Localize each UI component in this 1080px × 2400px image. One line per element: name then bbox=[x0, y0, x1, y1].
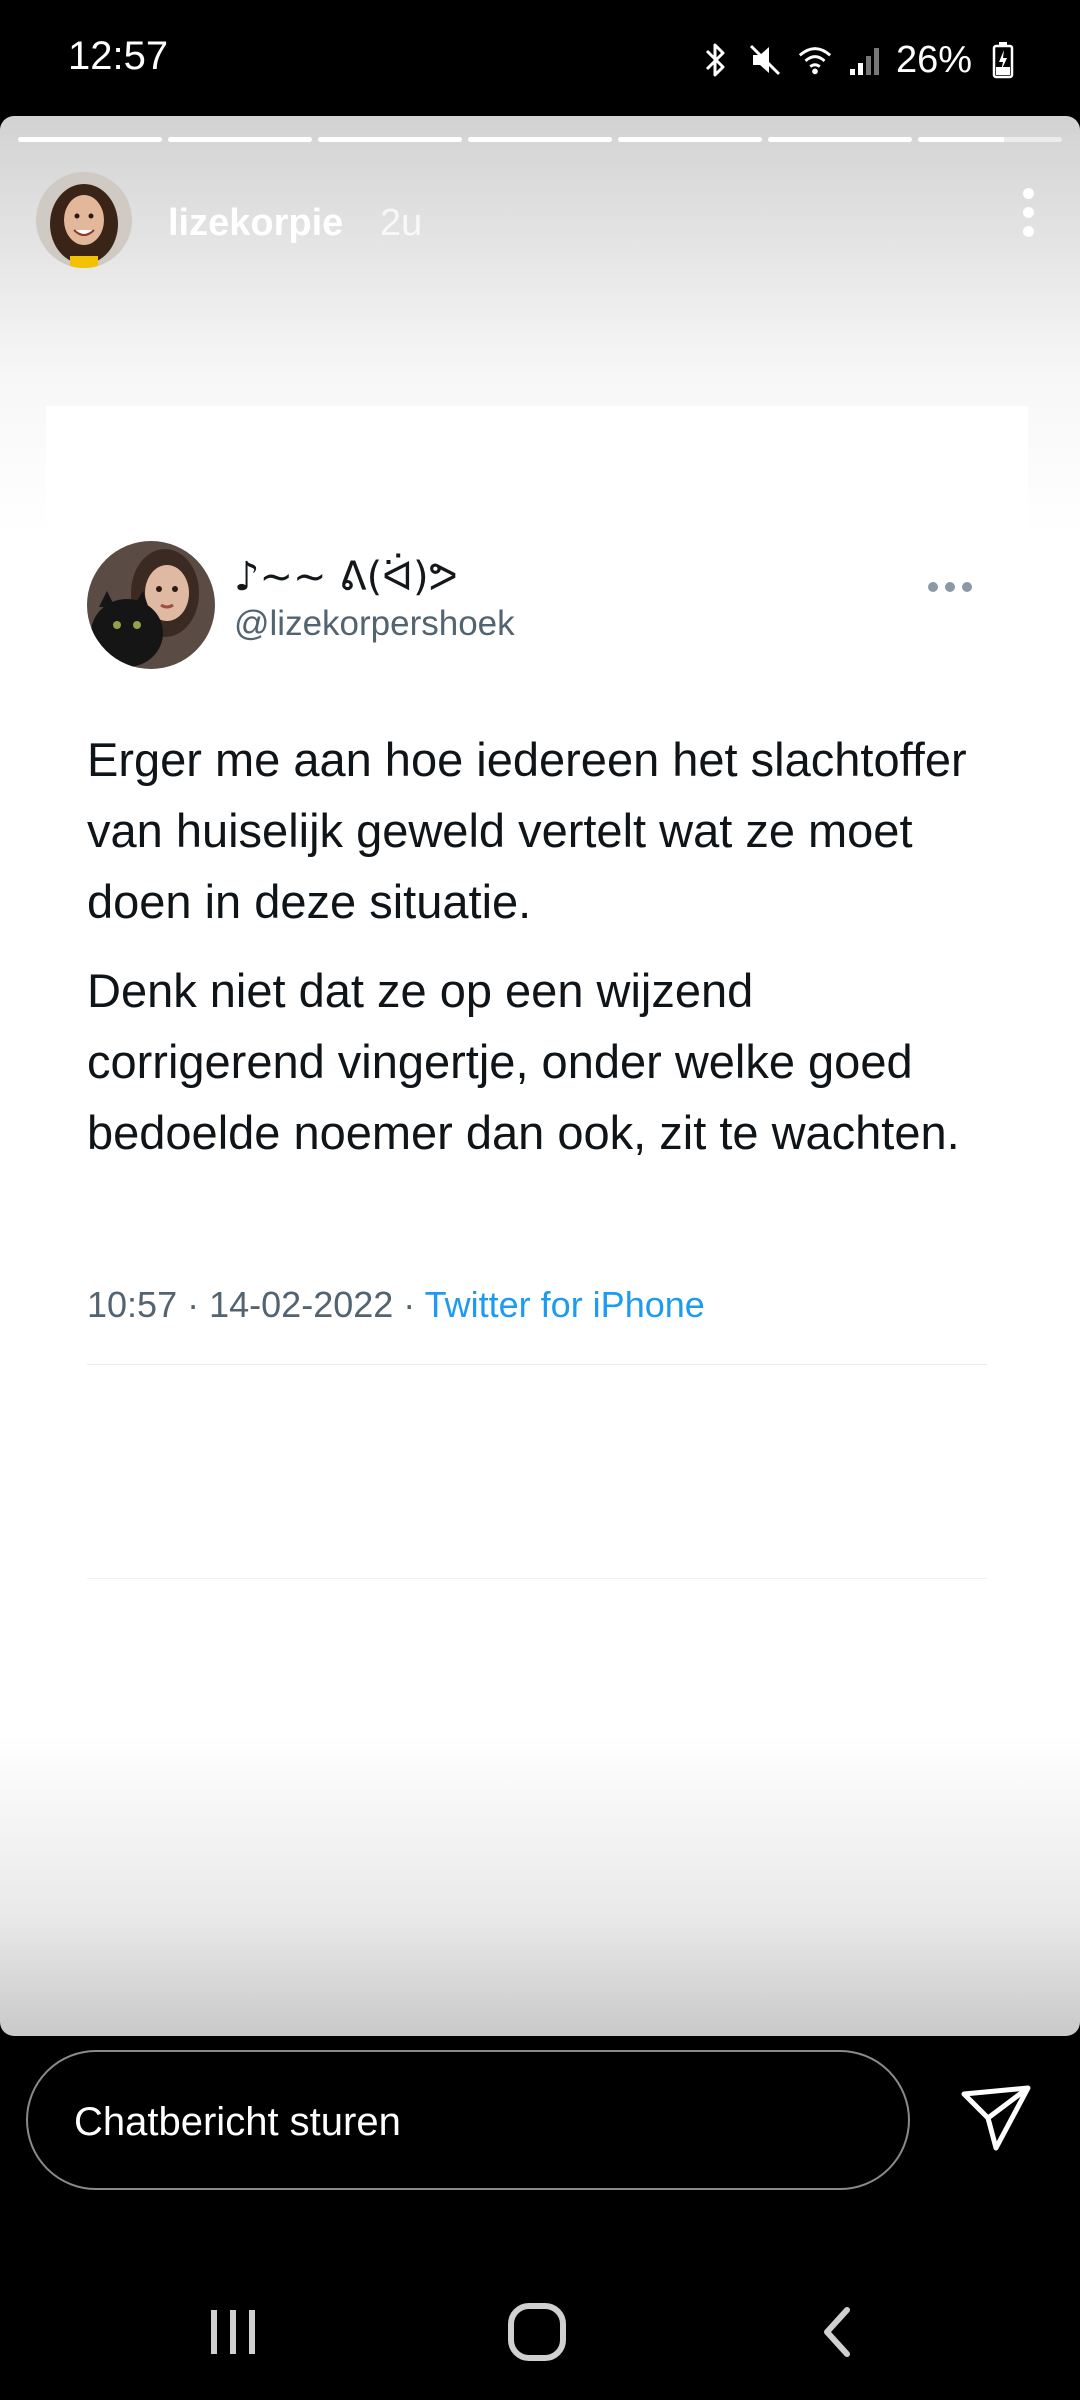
tweet-paragraph-2: Denk niet dat ze op een wijzend corriger… bbox=[87, 964, 960, 1159]
story-progress-segment bbox=[768, 137, 912, 142]
story-progress-segment bbox=[618, 137, 762, 142]
story-progress-fill bbox=[318, 137, 462, 142]
bluetooth-icon bbox=[696, 38, 734, 82]
recents-icon[interactable] bbox=[188, 2300, 278, 2364]
tweet-meta: 10:57 · 14-02-2022 · Twitter for iPhone bbox=[87, 1284, 705, 1326]
meta-separator: · bbox=[187, 1284, 200, 1325]
more-vertical-icon[interactable] bbox=[1016, 188, 1040, 248]
story-progress-segment bbox=[168, 137, 312, 142]
tweet-card: ♪~~ ᕕ(ᐛ)ᕗ @lizekorpershoek Erger me aan … bbox=[46, 406, 1028, 1579]
home-icon[interactable] bbox=[492, 2300, 582, 2364]
mute-icon bbox=[746, 38, 784, 82]
status-time: 12:57 bbox=[68, 34, 169, 78]
story-time-ago: 2u bbox=[380, 202, 423, 244]
tweet-avatar bbox=[87, 541, 215, 669]
story-progress-segment bbox=[318, 137, 462, 142]
story-avatar[interactable] bbox=[36, 172, 132, 268]
story-progress-bar bbox=[18, 137, 1062, 142]
story-progress-fill bbox=[168, 137, 312, 142]
story-progress-fill bbox=[768, 137, 912, 142]
back-icon[interactable] bbox=[792, 2300, 882, 2364]
battery-charging-icon bbox=[984, 38, 1022, 82]
navigation-bar bbox=[0, 2240, 1080, 2400]
story-progress-segment bbox=[918, 137, 1062, 142]
chat-message-input[interactable]: Chatbericht sturen bbox=[26, 2050, 910, 2190]
more-horizontal-icon bbox=[928, 582, 974, 596]
chat-message-placeholder: Chatbericht sturen bbox=[74, 2100, 401, 2144]
tweet-paragraph-1: Erger me aan hoe iedereen het slachtoffe… bbox=[87, 733, 967, 928]
story-username[interactable]: lizekorpie bbox=[168, 202, 343, 245]
status-icons: 26% bbox=[696, 30, 1022, 90]
battery-percent: 26% bbox=[895, 38, 972, 81]
tweet-divider-faint bbox=[87, 1578, 987, 1579]
status-bar: 12:57 26% bbox=[0, 0, 1080, 118]
story-progress-fill bbox=[468, 137, 612, 142]
send-icon[interactable] bbox=[958, 2080, 1034, 2156]
story-header: lizekorpie 2u bbox=[36, 172, 1044, 282]
tweet-text: Erger me aan hoe iedereen het slachtoffe… bbox=[87, 724, 987, 1186]
story-viewer[interactable]: lizekorpie 2u ♪~~ ᕕ(ᐛ)ᕗ @lizekorpershoek… bbox=[0, 116, 1080, 2036]
tweet-time: 10:57 bbox=[87, 1284, 178, 1325]
story-progress-segment bbox=[18, 137, 162, 142]
tweet-display-name: ♪~~ ᕕ(ᐛ)ᕗ bbox=[234, 554, 458, 600]
story-progress-fill bbox=[918, 137, 1005, 142]
tweet-divider bbox=[87, 1364, 987, 1365]
wifi-icon bbox=[796, 38, 834, 82]
tweet-source: Twitter for iPhone bbox=[424, 1284, 705, 1325]
story-progress-fill bbox=[18, 137, 162, 142]
story-progress-fill bbox=[618, 137, 762, 142]
tweet-handle: @lizekorpershoek bbox=[234, 604, 515, 643]
tweet-date: 14-02-2022 bbox=[209, 1284, 394, 1325]
meta-separator: · bbox=[403, 1284, 416, 1325]
story-progress-segment bbox=[468, 137, 612, 142]
signal-icon bbox=[846, 38, 884, 82]
